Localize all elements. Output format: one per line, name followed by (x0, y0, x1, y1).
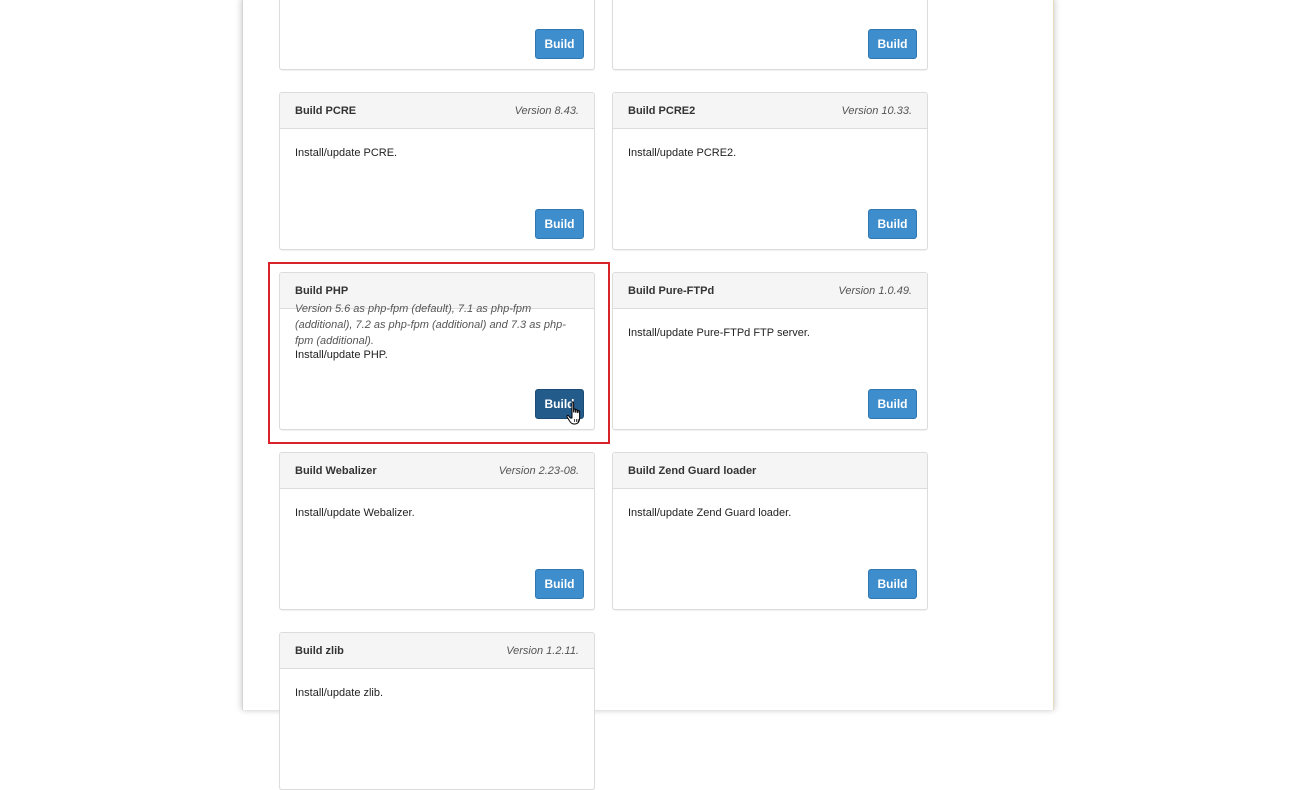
build-card-pcre2: Build PCRE2 Version 10.33. Install/updat… (612, 92, 928, 250)
card-title: Build Webalizer (295, 465, 377, 477)
card-version: Version 5.6 as php-fpm (default), 7.1 as… (295, 303, 566, 347)
card-description: Install/update zlib. (295, 687, 384, 699)
build-button-top-right[interactable]: Build (868, 29, 917, 59)
card-version: Version 1.0.49. (838, 285, 912, 297)
card-description: Install/update Webalizer. (295, 507, 415, 519)
build-zend-button[interactable]: Build (868, 569, 917, 599)
build-button-top-left[interactable]: Build (535, 29, 584, 59)
card-version: Version 8.43. (514, 105, 579, 117)
card-title: Build Zend Guard loader (628, 465, 757, 477)
card-description: Install/update PCRE2. (628, 147, 737, 159)
card-version: Version 2.23-08. (498, 465, 579, 477)
card-title: Build PHP (295, 285, 349, 297)
card-description: Install/update PCRE. (295, 147, 398, 159)
build-card-webalizer: Build Webalizer Version 2.23-08. Install… (279, 452, 595, 610)
build-card-zlib: Build zlib Version 1.2.11. Install/updat… (279, 632, 595, 790)
card-description: Install/update PHP. (295, 349, 388, 361)
card-description: Install/update Zend Guard loader. (628, 507, 792, 519)
card-header: Build zlib Version 1.2.11. (280, 633, 594, 669)
card-version: Version 10.33. (841, 105, 912, 117)
build-card-top-right: Build (612, 0, 928, 70)
build-card-pcre: Build PCRE Version 8.43. Install/update … (279, 92, 595, 250)
card-title: Build Pure-FTPd (628, 285, 715, 297)
build-pcre-button[interactable]: Build (535, 209, 584, 239)
card-title: Build PCRE (295, 105, 357, 117)
build-card-pureftpd: Build Pure-FTPd Version 1.0.49. Install/… (612, 272, 928, 430)
hand-pointer-icon (566, 401, 581, 425)
build-card-php: Build PHP Version 5.6 as php-fpm (defaul… (279, 272, 595, 430)
card-header: Build Pure-FTPd Version 1.0.49. (613, 273, 927, 309)
card-description: Install/update Pure-FTPd FTP server. (628, 327, 810, 339)
card-header: Build PCRE Version 8.43. (280, 93, 594, 129)
build-card-top-left: Build (279, 0, 595, 70)
card-header: Build Zend Guard loader (613, 453, 927, 489)
build-pureftpd-button[interactable]: Build (868, 389, 917, 419)
build-pcre2-button[interactable]: Build (868, 209, 917, 239)
card-version: Version 1.2.11. (506, 645, 579, 657)
card-header: Build Webalizer Version 2.23-08. (280, 453, 594, 489)
build-card-zend: Build Zend Guard loader Install/update Z… (612, 452, 928, 610)
card-title: Build PCRE2 (628, 105, 696, 117)
card-header: Build PCRE2 Version 10.33. (613, 93, 927, 129)
build-webalizer-button[interactable]: Build (535, 569, 584, 599)
card-title: Build zlib (295, 645, 344, 657)
